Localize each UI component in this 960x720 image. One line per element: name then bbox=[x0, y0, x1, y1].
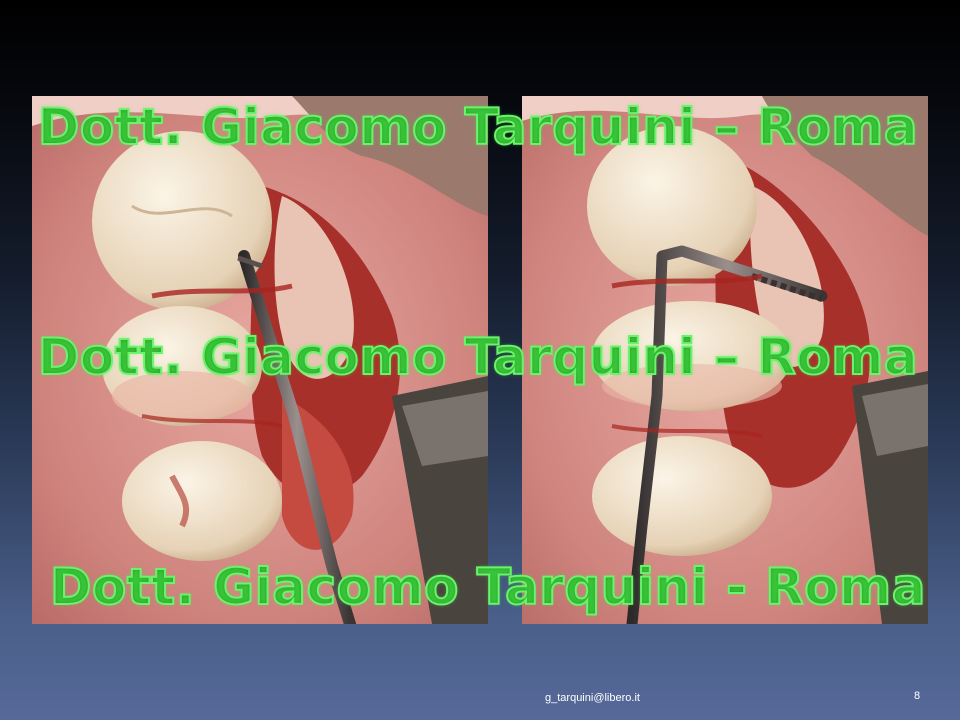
slide-number: 8 bbox=[914, 690, 921, 702]
photo-right bbox=[522, 96, 928, 624]
right-photo-image bbox=[522, 96, 928, 624]
photo-left bbox=[32, 96, 488, 624]
footer-email: g_tarquini@libero.it bbox=[545, 692, 640, 704]
left-photo-image bbox=[32, 96, 488, 624]
